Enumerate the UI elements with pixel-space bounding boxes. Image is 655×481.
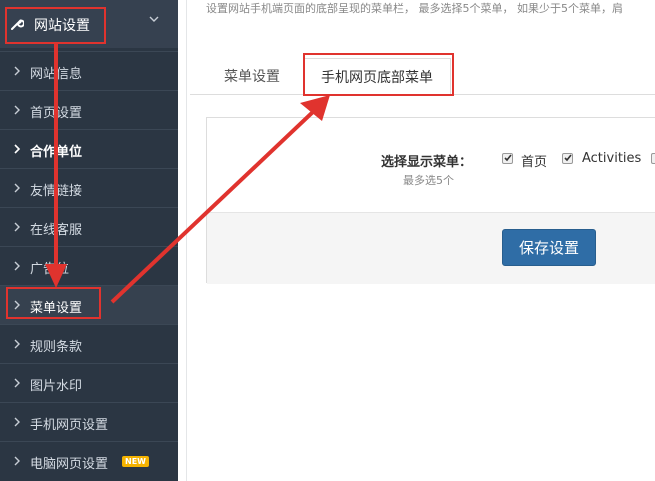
new-badge: NEW xyxy=(122,456,149,467)
sidebar-item-partners[interactable]: 合作单位 xyxy=(0,129,178,168)
sidebar-item-friend-links[interactable]: 友情链接 xyxy=(0,168,178,207)
checkbox-label-activities: Activities xyxy=(582,151,642,166)
sidebar-item-watermark[interactable]: 图片水印 xyxy=(0,363,178,402)
sidebar-item-label: 首页设置 xyxy=(30,106,83,121)
sidebar-header-website-settings[interactable]: 网站设置 xyxy=(0,0,178,48)
sidebar-item-menu-settings[interactable]: 菜单设置 xyxy=(0,285,178,324)
sidebar-item-rules[interactable]: 规则条款 xyxy=(0,324,178,363)
chevron-right-icon xyxy=(14,378,20,388)
sidebar-item-label: 友情链接 xyxy=(30,184,83,199)
sidebar-item-desktop-settings[interactable]: 电脑网页设置 NEW xyxy=(0,441,178,480)
tab-menu-settings[interactable]: 菜单设置 xyxy=(208,58,296,94)
chevron-right-icon xyxy=(14,144,21,154)
checkbox-partial[interactable] xyxy=(651,153,655,164)
sidebar-item-mobile-settings[interactable]: 手机网页设置 xyxy=(0,402,178,441)
sidebar-item-ad-slots[interactable]: 广告位 xyxy=(0,246,178,285)
save-button[interactable]: 保存设置 xyxy=(502,229,596,266)
checkbox-home[interactable] xyxy=(502,153,513,164)
sidebar-item-home-settings[interactable]: 首页设置 xyxy=(0,90,178,129)
checkbox-label-home: 首页 xyxy=(521,155,548,170)
chevron-down-icon xyxy=(149,16,159,22)
sidebar: 网站设置 网站信息 首页设置 合作单位 友情链接 在线客服 广告位 菜单设置 规… xyxy=(0,0,178,481)
content-divider xyxy=(186,0,187,481)
chevron-right-icon xyxy=(14,66,20,76)
chevron-right-icon xyxy=(14,105,20,115)
chevron-right-icon xyxy=(14,222,20,232)
chevron-right-icon xyxy=(14,417,20,427)
sidebar-item-label: 规则条款 xyxy=(30,340,83,355)
tab-mobile-bottom-menu[interactable]: 手机网页底部菜单 xyxy=(303,58,451,95)
check-icon xyxy=(564,154,572,162)
sidebar-item-label: 手机网页设置 xyxy=(30,418,109,433)
sidebar-item-label: 在线客服 xyxy=(30,223,83,238)
sidebar-item-label: 合作单位 xyxy=(30,145,83,160)
page-hint: 设置网站手机端页面的底部呈现的菜单栏， 最多选择5个菜单， 如果少于5个菜单，肩 xyxy=(206,2,623,15)
sidebar-header-label: 网站设置 xyxy=(34,18,90,34)
field-label: 选择显示菜单： xyxy=(381,155,473,170)
sidebar-item-label: 网站信息 xyxy=(30,67,83,82)
chevron-right-icon xyxy=(14,261,20,271)
sidebar-item-label: 图片水印 xyxy=(30,379,83,394)
chevron-right-icon xyxy=(14,183,20,193)
sidebar-item-site-info[interactable]: 网站信息 xyxy=(0,51,178,90)
wrench-icon xyxy=(11,19,24,30)
settings-panel: 选择显示菜单： 最多选5个 首页 Activities 保存设置 xyxy=(206,117,655,284)
sidebar-item-online-service[interactable]: 在线客服 xyxy=(0,207,178,246)
chevron-right-icon xyxy=(14,300,20,310)
check-icon xyxy=(504,154,512,162)
chevron-right-icon xyxy=(14,339,20,349)
sidebar-item-label: 菜单设置 xyxy=(30,301,83,316)
sidebar-item-label: 广告位 xyxy=(30,262,70,277)
chevron-right-icon xyxy=(14,456,20,466)
checkbox-activities[interactable] xyxy=(562,153,573,164)
sidebar-item-label: 电脑网页设置 xyxy=(30,457,109,472)
field-help: 最多选5个 xyxy=(403,174,454,187)
